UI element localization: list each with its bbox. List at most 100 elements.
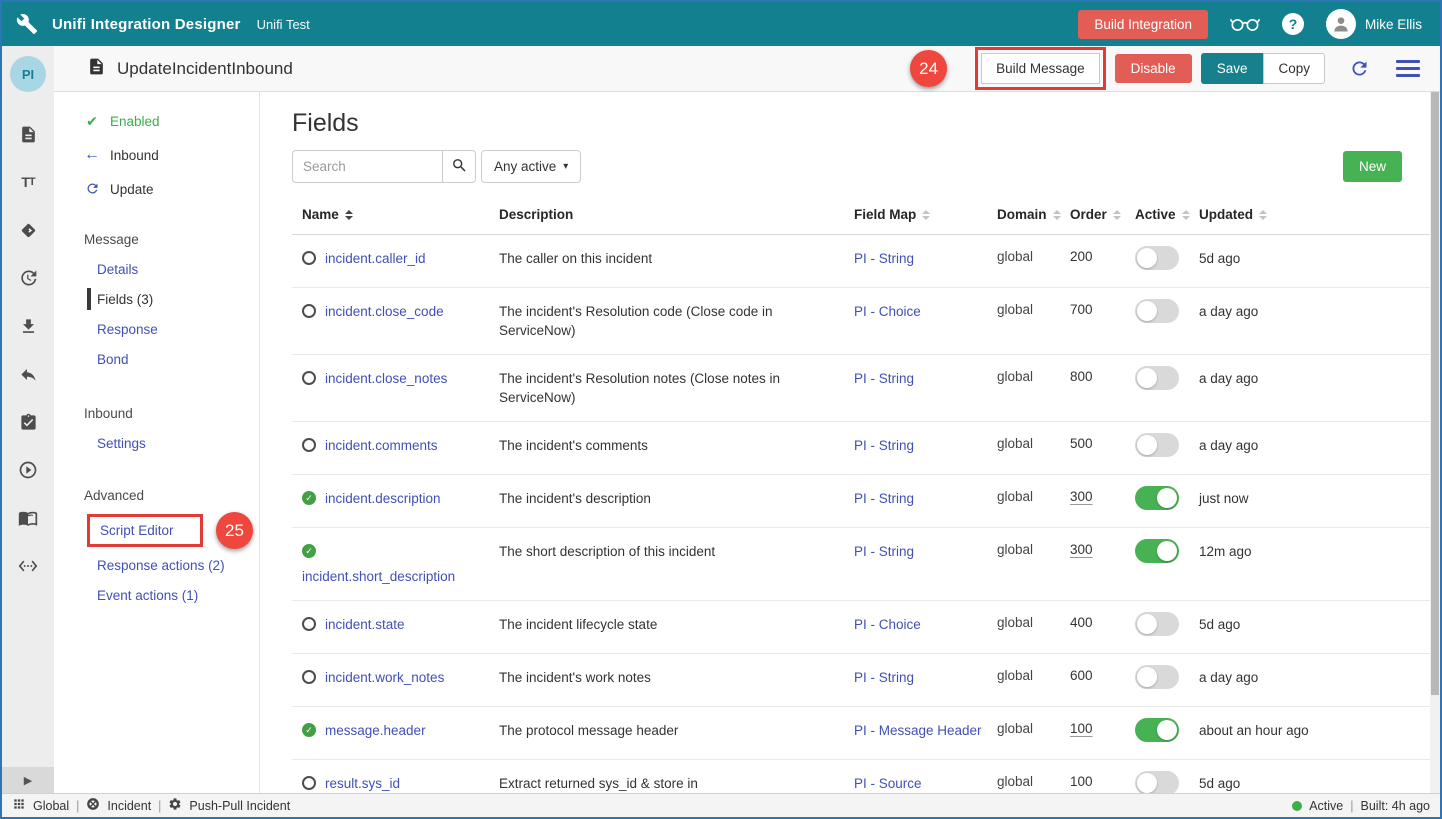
arrow-left-icon: ← — [84, 147, 100, 163]
nav-item-settings[interactable]: Settings — [54, 428, 259, 458]
field-name-link[interactable]: incident.comments — [325, 436, 438, 455]
field-name-link[interactable]: incident.state — [325, 615, 405, 634]
active-toggle[interactable] — [1135, 366, 1179, 390]
column-header-updated[interactable]: Updated — [1199, 207, 1430, 222]
statusbar-record[interactable]: Incident — [107, 799, 151, 813]
active-toggle[interactable] — [1135, 771, 1179, 793]
nav-item-script-editor[interactable]: Script Editor — [100, 523, 174, 538]
scrollbar-thumb[interactable] — [1431, 92, 1439, 695]
preview-glasses-icon[interactable] — [1230, 16, 1260, 32]
field-map-link[interactable]: PI - String — [854, 670, 914, 685]
field-active-state-icon — [302, 251, 316, 265]
column-header-order[interactable]: Order — [1070, 207, 1135, 222]
field-map-link[interactable]: PI - Choice — [854, 617, 921, 632]
statusbar-status: Active — [1309, 799, 1343, 813]
statusbar-process[interactable]: Push-Pull Incident — [189, 799, 290, 813]
environment-name: Unifi Test — [257, 17, 310, 32]
copy-button[interactable]: Copy — [1263, 53, 1325, 84]
statusbar-built: Built: 4h ago — [1361, 799, 1431, 813]
table-row: message.header The protocol message head… — [292, 707, 1430, 760]
field-updated: 5d ago — [1199, 774, 1329, 793]
field-map-link[interactable]: PI - Source Reference — [854, 776, 922, 793]
active-toggle[interactable] — [1135, 486, 1179, 510]
field-name-link[interactable]: incident.short_description — [302, 567, 455, 586]
field-name-link[interactable]: incident.close_code — [325, 302, 444, 321]
document-nav-icon[interactable] — [18, 124, 38, 144]
text-fields-icon[interactable]: TT — [18, 172, 38, 192]
save-button[interactable]: Save — [1201, 53, 1264, 84]
field-name-link[interactable]: incident.work_notes — [325, 668, 444, 687]
field-active-state-icon — [302, 304, 316, 318]
field-map-link[interactable]: PI - Choice — [854, 304, 921, 319]
field-name-link[interactable]: result.sys_id — [325, 774, 400, 793]
column-header-description[interactable]: Description — [499, 207, 854, 222]
chevron-right-icon: ▶ — [24, 774, 32, 787]
field-map-link[interactable]: PI - String — [854, 371, 914, 386]
active-toggle[interactable] — [1135, 665, 1179, 689]
app-title: Unifi Integration Designer — [52, 16, 241, 33]
field-description: The incident lifecycle state — [499, 615, 854, 634]
field-map-link[interactable]: PI - String — [854, 491, 914, 506]
field-name-link[interactable]: message.header — [325, 721, 426, 740]
field-order: 100 — [1070, 721, 1135, 736]
tasks-icon[interactable] — [18, 412, 38, 432]
field-active-state-icon — [302, 776, 316, 790]
nav-item-response-actions[interactable]: Response actions (2) — [54, 550, 259, 580]
field-order: 600 — [1070, 668, 1135, 683]
user-menu[interactable]: Mike Ellis — [1326, 9, 1422, 39]
download-icon[interactable] — [18, 316, 38, 336]
field-name-link[interactable]: incident.close_notes — [325, 369, 447, 388]
reply-icon[interactable] — [18, 364, 38, 384]
column-header-active[interactable]: Active — [1135, 207, 1199, 222]
active-toggle[interactable] — [1135, 299, 1179, 323]
build-integration-button[interactable]: Build Integration — [1078, 10, 1208, 39]
column-header-domain[interactable]: Domain — [997, 207, 1070, 222]
disable-button[interactable]: Disable — [1115, 54, 1192, 83]
field-name-link[interactable]: incident.description — [325, 489, 441, 508]
nav-item-bond[interactable]: Bond — [54, 344, 259, 374]
send-message-icon[interactable] — [18, 220, 38, 240]
column-header-field-map[interactable]: Field Map — [854, 207, 997, 222]
field-name-link[interactable]: incident.caller_id — [325, 249, 426, 268]
field-domain: global — [997, 721, 1070, 736]
history-icon[interactable] — [18, 268, 38, 288]
field-map-link[interactable]: PI - Message Header — [854, 723, 982, 738]
nav-item-response[interactable]: Response — [54, 314, 259, 344]
process-avatar[interactable]: PI — [10, 56, 46, 92]
search-input[interactable] — [292, 150, 442, 183]
field-map-link[interactable]: PI - String — [854, 544, 914, 559]
field-active-state-icon — [302, 617, 316, 631]
field-order: 100 — [1070, 774, 1135, 789]
documentation-icon[interactable] — [18, 508, 38, 528]
code-icon[interactable] — [18, 556, 38, 576]
nav-item-enabled[interactable]: ✔ Enabled — [54, 104, 259, 138]
run-icon[interactable] — [18, 460, 38, 480]
nav-item-fields[interactable]: Fields (3) — [54, 284, 259, 314]
build-message-button[interactable]: Build Message — [981, 53, 1100, 84]
column-header-name[interactable]: Name — [292, 207, 499, 222]
field-map-link[interactable]: PI - String — [854, 251, 914, 266]
field-domain: global — [997, 668, 1070, 683]
field-map-link[interactable]: PI - String — [854, 438, 914, 453]
field-description: The short description of this incident — [499, 542, 854, 561]
nav-item-event-actions[interactable]: Event actions (1) — [54, 580, 259, 610]
active-toggle[interactable] — [1135, 539, 1179, 563]
field-active-state-icon — [302, 491, 316, 505]
active-filter-dropdown[interactable]: Any active ▾ — [481, 150, 581, 183]
active-toggle[interactable] — [1135, 718, 1179, 742]
statusbar-scope[interactable]: Global — [33, 799, 69, 813]
help-icon[interactable]: ? — [1282, 13, 1304, 35]
nav-item-details[interactable]: Details — [54, 254, 259, 284]
nav-item-update[interactable]: Update — [54, 172, 259, 206]
app-window: Unifi Integration Designer Unifi Test Bu… — [0, 0, 1442, 819]
new-field-button[interactable]: New — [1343, 151, 1402, 182]
refresh-icon[interactable] — [1349, 58, 1370, 79]
field-domain: global — [997, 249, 1070, 264]
nav-item-inbound[interactable]: ← Inbound — [54, 138, 259, 172]
active-toggle[interactable] — [1135, 246, 1179, 270]
rail-expand-button[interactable]: ▶ — [2, 767, 54, 793]
menu-icon[interactable] — [1396, 60, 1420, 77]
active-toggle[interactable] — [1135, 612, 1179, 636]
search-button[interactable] — [442, 150, 476, 183]
active-toggle[interactable] — [1135, 433, 1179, 457]
